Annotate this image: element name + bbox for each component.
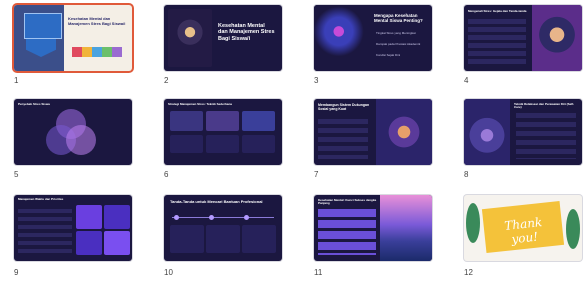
slide-10-step-3	[244, 215, 249, 220]
slide-10-title: Tanda-Tanda untuk Mencari Bantuan Profes…	[170, 199, 263, 204]
slide-1-badge	[24, 13, 62, 39]
slide-9-quadrant-2	[104, 205, 130, 229]
slide-2-title: Kesehatan Mental dan Manajemen Stres Bag…	[218, 23, 275, 42]
slide-6-text-1	[170, 135, 203, 153]
slide-7-title: Membangun Sistem Dukungan Sosial yang Ku…	[318, 103, 370, 112]
slide-6-image-1	[170, 111, 203, 131]
slide-4-image	[532, 5, 582, 71]
slide-9-list	[18, 209, 72, 253]
slide-3-title: Mengapa Kesehatan Mental Siswa Penting?	[374, 13, 423, 24]
slide-3-item-1: Tingkat Stres yang Meningkat	[376, 31, 416, 35]
slide-9-quadrant-4	[104, 231, 130, 255]
slide-1-blocks	[72, 47, 122, 57]
slide-11-image	[380, 195, 432, 261]
slide-number-11: 11	[314, 268, 323, 277]
slide-5-venn-right	[66, 125, 96, 155]
slide-5-title: Penyebab Stres Siswa	[18, 102, 50, 106]
slide-6-text-3	[242, 135, 275, 153]
slide-thumbnail-2[interactable]: Kesehatan Mental dan Manajemen Stres Bag…	[164, 5, 282, 71]
slide-number-3: 3	[314, 76, 319, 85]
slide-2-image	[168, 9, 212, 67]
slide-number-12: 12	[464, 268, 473, 277]
slide-thumbnail-12[interactable]: Thank you!	[464, 195, 582, 261]
slide-12-leaf-left	[466, 203, 480, 243]
slide-9-quadrant-3	[76, 231, 102, 255]
slide-10-box-1	[170, 225, 204, 253]
slide-number-4: 4	[464, 76, 469, 85]
slide-6-image-2	[206, 111, 239, 131]
slide-4-title: Mengenali Stres: Gejala dan Tanda-tanda	[468, 9, 527, 13]
slide-number-1: 1	[14, 76, 19, 85]
slide-10-box-2	[206, 225, 240, 253]
slide-4-list	[468, 19, 526, 65]
slide-thumbnail-11[interactable]: Kesehatan Mental: Kunci Sukses Jangka Pa…	[314, 195, 432, 261]
slide-9-quadrant-1	[76, 205, 102, 229]
slide-6-text-2	[206, 135, 239, 153]
slide-thumbnail-7[interactable]: Membangun Sistem Dukungan Sosial yang Ku…	[314, 99, 432, 165]
slide-number-9: 9	[14, 268, 19, 277]
slide-12-leaf-right	[566, 209, 580, 249]
slide-thumbnail-5[interactable]: Penyebab Stres Siswa	[14, 99, 132, 165]
slide-thumbnail-3[interactable]: Mengapa Kesehatan Mental Siswa Penting? …	[314, 5, 432, 71]
slide-10-step-2	[209, 215, 214, 220]
slide-7-list	[318, 119, 368, 159]
slide-thumbnail-9[interactable]: Manajemen Waktu dan Prioritas	[14, 195, 132, 261]
slide-thumbnail-10[interactable]: Tanda-Tanda untuk Mencari Bantuan Profes…	[164, 195, 282, 261]
slide-number-5: 5	[14, 170, 19, 179]
slide-8-image	[464, 99, 510, 165]
slide-6-image-3	[242, 111, 275, 131]
slide-8-title: Teknik Relaksasi dan Perawatan Diri (Sel…	[514, 102, 575, 110]
slide-10-box-3	[242, 225, 276, 253]
slide-3-image	[314, 5, 369, 71]
slide-10-timeline	[172, 217, 274, 218]
slide-3-item-3: Kondisi Sejak Dini	[376, 53, 401, 57]
slide-number-10: 10	[164, 268, 173, 277]
slide-number-8: 8	[464, 170, 469, 179]
slide-thumbnail-1[interactable]: Kesehatan Mental dan Manajemen Stres Bag…	[14, 5, 132, 71]
slide-thumbnail-4[interactable]: Mengenali Stres: Gejala dan Tanda-tanda	[464, 5, 582, 71]
slide-thumbnail-8[interactable]: Teknik Relaksasi dan Perawatan Diri (Sel…	[464, 99, 582, 165]
slide-10-step-1	[174, 215, 179, 220]
slide-number-7: 7	[314, 170, 319, 179]
slide-number-6: 6	[164, 170, 169, 179]
slide-number-2: 2	[164, 76, 169, 85]
slide-1-title: Kesehatan Mental dan Manajemen Stres Bag…	[68, 16, 126, 26]
slide-thumbnail-6[interactable]: Strategi Manajemen Stres: Teknik Sederha…	[164, 99, 282, 165]
slide-11-title: Kesehatan Mental: Kunci Sukses Jangka Pa…	[318, 198, 377, 206]
slide-9-title: Manajemen Waktu dan Prioritas	[18, 197, 64, 201]
slide-7-image	[376, 99, 432, 165]
slide-3-item-2: Dampak pada Prestasi Akademik	[376, 42, 421, 46]
slide-8-list	[516, 113, 576, 159]
slide-11-list	[318, 209, 376, 255]
slide-6-title: Strategi Manajemen Stres: Teknik Sederha…	[168, 102, 232, 106]
